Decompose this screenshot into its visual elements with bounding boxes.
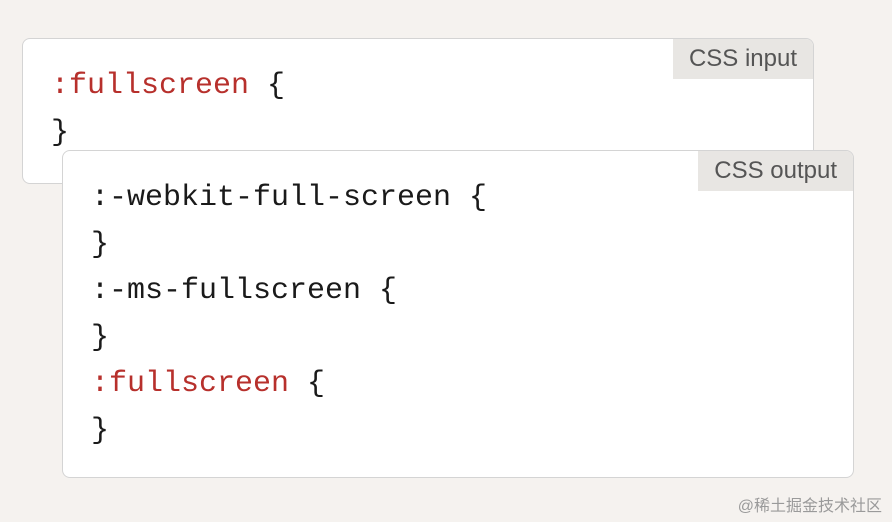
css-output-code: :-webkit-full-screen { } :-ms-fullscreen… bbox=[63, 151, 853, 478]
css-input-label: CSS input bbox=[673, 39, 813, 79]
css-output-label: CSS output bbox=[698, 151, 853, 191]
watermark: @稀土掘金技术社区 bbox=[738, 492, 882, 516]
css-output-box: CSS output :-webkit-full-screen { } :-ms… bbox=[62, 150, 854, 478]
